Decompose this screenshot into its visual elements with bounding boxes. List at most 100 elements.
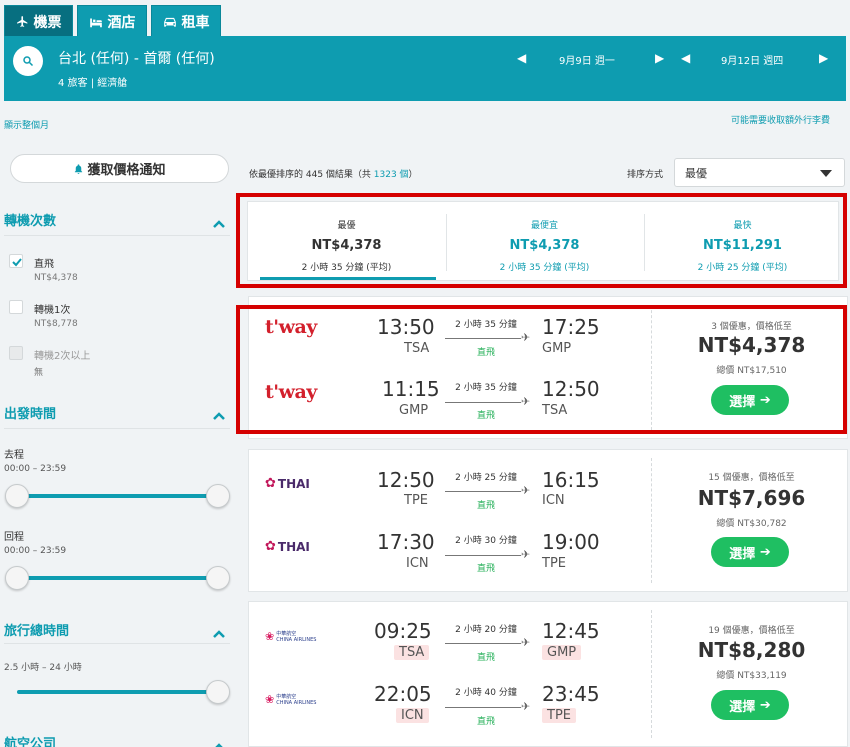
flight-line [445, 491, 521, 492]
arrival-time: 19:00 [542, 530, 600, 554]
chevron-up-icon[interactable] [212, 624, 226, 638]
depart-next-arrow-icon[interactable]: ▶ [655, 51, 664, 65]
arrival-airport: TSA [542, 403, 568, 418]
route-text[interactable]: 台北 (任何) - 首爾 (任何) [58, 48, 215, 68]
thai-orchid-icon: ✿ [265, 476, 276, 491]
price: NT$7,696 [697, 486, 806, 510]
return-slider-min-handle[interactable] [5, 566, 29, 590]
return-time-range: 00:00 – 23:59 [4, 546, 67, 556]
airline-logo-thai: ✿ THAI [265, 476, 310, 491]
sort-option-fastest[interactable]: 最快 NT$11,291 2 小時 25 分鐘 (平均) [644, 202, 841, 280]
departure-airport: TSA [394, 645, 430, 660]
sort-option-cheapest[interactable]: 最便宜 NT$4,378 2 小時 35 分鐘 (平均) [446, 202, 643, 280]
depart-prev-arrow-icon[interactable]: ◀ [517, 51, 526, 65]
arrival-airport: GMP [542, 645, 582, 660]
all-results-link[interactable]: 1323 個 [374, 170, 409, 180]
sort-option-price: NT$11,291 [703, 238, 782, 253]
stops-label: 直飛 [476, 348, 495, 358]
depart-date[interactable]: 9月9日 週一 [559, 52, 615, 67]
plane-icon: ✈ [521, 484, 531, 497]
flight-line [445, 643, 521, 644]
stops-option-label[interactable]: 直飛 [34, 255, 54, 270]
flight-line [445, 555, 521, 556]
chevron-up-icon[interactable] [212, 406, 226, 420]
departure-airport: ICN [396, 708, 429, 723]
airlines-filter-title[interactable]: 航空公司 [4, 733, 56, 747]
outbound-slider-min-handle[interactable] [5, 484, 29, 508]
sort-options-bar: 最優 NT$4,378 2 小時 35 分鐘 (平均) 最便宜 NT$4,378… [247, 201, 839, 281]
passenger-cabin-summary[interactable]: 4 旅客 | 經濟艙 [58, 74, 127, 89]
flight-duration: 2 小時 40 分鐘 [455, 688, 517, 698]
select-button[interactable]: 選擇 ➔ [711, 690, 789, 720]
return-prev-arrow-icon[interactable]: ◀ [681, 51, 690, 65]
search-button[interactable] [13, 46, 43, 76]
sort-dropdown[interactable]: 最優 [674, 158, 845, 187]
departure-airport: ICN [406, 556, 429, 571]
return-next-arrow-icon[interactable]: ▶ [819, 51, 828, 65]
departure-airport: TPE [404, 493, 428, 508]
arrival-airport: TPE [542, 708, 576, 723]
arrival-time: 16:15 [542, 468, 600, 492]
checkbox-one-stop[interactable] [9, 300, 23, 314]
stops-label: 直飛 [476, 411, 495, 421]
airline-logo-tway: t'way [265, 381, 317, 403]
select-button[interactable]: 選擇 ➔ [711, 537, 789, 567]
return-slider-track[interactable] [17, 576, 217, 580]
stops-label: 直飛 [476, 564, 495, 574]
cabin-class: 經濟艙 [97, 78, 128, 89]
outbound-slider-track[interactable] [17, 494, 217, 498]
flight-duration: 2 小時 30 分鐘 [455, 536, 517, 546]
plane-icon: ✈ [521, 700, 531, 713]
trip-duration-filter-title[interactable]: 旅行總時間 [4, 620, 69, 639]
flight-result-card[interactable]: ❀ 中華航空 CHINA AIRLINES 09:25 TSA 2 小時 20 … [248, 601, 848, 747]
flight-result-card[interactable]: ✿ THAI 12:50 TPE 2 小時 25 分鐘 ✈ 直飛 16:15 IC… [248, 449, 848, 592]
results-count: 依最優排序的 445 個結果（共 1323 個） [249, 167, 418, 180]
stops-option-label[interactable]: 轉機2次以上 [34, 347, 90, 362]
return-date[interactable]: 9月12日 週四 [721, 52, 783, 67]
arrival-time: 12:50 [542, 377, 600, 401]
checkbox-direct[interactable] [9, 254, 23, 268]
flight-line [445, 338, 521, 339]
tab-hotels[interactable]: 酒店 [77, 5, 147, 37]
stops-filter-title[interactable]: 轉機次數 [4, 210, 56, 229]
flight-duration: 2 小時 20 分鐘 [455, 625, 517, 635]
duration-slider-track[interactable] [17, 690, 217, 694]
duration-range: 2.5 小時 – 24 小時 [4, 663, 82, 673]
baggage-fee-link[interactable]: 可能需要收取額外行李費 [731, 113, 830, 126]
departure-time-filter-title[interactable]: 出發時間 [4, 403, 56, 422]
tab-hotels-label: 酒店 [107, 14, 136, 31]
flight-line [445, 402, 521, 403]
total-price: 總價 NT$33,119 [716, 671, 787, 681]
outbound-slider-max-handle[interactable] [206, 484, 230, 508]
sort-option-price: NT$4,378 [311, 238, 382, 253]
select-button[interactable]: 選擇 ➔ [711, 385, 789, 415]
checkbox-two-plus-stops[interactable] [9, 346, 23, 360]
chevron-up-icon[interactable] [212, 214, 226, 228]
show-whole-month-link[interactable]: 顯示整個月 [4, 118, 49, 131]
total-price: 總價 NT$30,782 [716, 519, 787, 529]
plum-blossom-icon: ❀ [265, 693, 275, 706]
tab-cars-label: 租車 [181, 14, 210, 31]
stops-option-price: NT$8,778 [34, 319, 78, 329]
flight-line [445, 707, 521, 708]
price: NT$8,280 [697, 638, 806, 662]
sort-option-best[interactable]: 最優 NT$4,378 2 小時 35 分鐘 (平均) [248, 202, 445, 280]
tab-flights[interactable]: 機票 [4, 5, 73, 37]
price-alert-button[interactable]: 獲取價格通知 [10, 154, 229, 183]
caret-down-icon [820, 170, 832, 177]
flight-result-card[interactable]: t'way 13:50 TSA 2 小時 35 分鐘 ✈ 直飛 17:25 GM… [248, 296, 848, 439]
stops-option-label[interactable]: 轉機1次 [34, 301, 70, 316]
chevron-up-icon[interactable] [212, 737, 226, 747]
return-slider-max-handle[interactable] [206, 566, 230, 590]
check-icon [12, 258, 22, 267]
tab-cars[interactable]: 租車 [151, 5, 221, 37]
passenger-count: 4 旅客 [58, 78, 88, 89]
arrow-right-icon: ➔ [759, 544, 771, 560]
select-button-label: 選擇 [729, 546, 756, 562]
duration-slider-handle[interactable] [206, 680, 230, 704]
sort-option-duration: 2 小時 35 分鐘 (平均) [301, 263, 392, 273]
sort-label: 排序方式 [627, 170, 664, 180]
sort-option-duration: 2 小時 35 分鐘 (平均) [499, 263, 590, 273]
divider [4, 643, 230, 644]
outbound-time-range: 00:00 – 23:59 [4, 464, 67, 474]
